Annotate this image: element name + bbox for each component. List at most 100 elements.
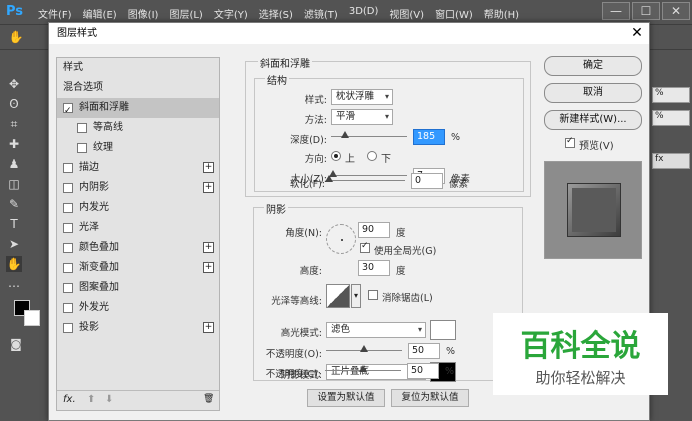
gloss-contour-picker[interactable] <box>326 284 350 308</box>
move-up-icon[interactable]: ⬆ <box>87 394 95 405</box>
move-tool-icon[interactable]: ✥ <box>6 76 22 92</box>
depth-input[interactable]: 185 <box>413 129 445 145</box>
minimize-icon[interactable]: — <box>602 2 630 20</box>
ok-button[interactable]: 确定 <box>544 56 642 76</box>
trash-icon[interactable]: 🗑 <box>203 394 214 404</box>
style-list-item[interactable]: 描边 + <box>57 158 219 178</box>
menu-item[interactable]: 窗口(W) <box>435 6 473 21</box>
style-checkbox[interactable] <box>63 163 73 173</box>
menu-item[interactable]: 文字(Y) <box>214 6 248 21</box>
direction-down-radio[interactable] <box>367 151 377 161</box>
menu-item[interactable]: 帮助(H) <box>484 6 519 21</box>
move-down-icon[interactable]: ⬇ <box>105 394 113 405</box>
add-effect-icon[interactable]: + <box>203 182 214 193</box>
soften-slider-thumb[interactable] <box>325 175 333 182</box>
checkmark-icon: ✓ <box>361 241 369 251</box>
style-checkbox[interactable] <box>63 323 73 333</box>
soften-unit: 像素 <box>449 179 469 190</box>
add-effect-icon[interactable]: + <box>203 322 214 333</box>
close-icon[interactable]: ✕ <box>662 2 690 20</box>
menu-item[interactable]: 图像(I) <box>128 6 159 21</box>
style-checkbox[interactable] <box>63 223 73 233</box>
styles-header[interactable]: 样式 <box>57 58 219 78</box>
make-default-button[interactable]: 设置为默认值 <box>307 389 385 407</box>
angle-dial[interactable] <box>326 224 356 254</box>
menu-item[interactable]: 视图(V) <box>389 6 424 21</box>
soften-input[interactable]: 0 <box>411 173 443 189</box>
preview-checkbox[interactable]: ✓ <box>565 136 575 148</box>
direction-up-radio[interactable] <box>331 151 341 161</box>
chevron-down-icon[interactable]: ▾ <box>351 284 361 308</box>
soften-slider-track[interactable] <box>329 180 405 181</box>
style-checkbox[interactable] <box>63 303 73 313</box>
style-select[interactable]: 枕状浮雕 ▾ <box>331 89 393 105</box>
style-checkbox[interactable] <box>63 203 73 213</box>
highlight-mode-select[interactable]: 滤色 ▾ <box>326 322 426 338</box>
type-tool-icon[interactable]: T <box>6 216 22 232</box>
style-checkbox[interactable] <box>63 263 73 273</box>
cancel-button[interactable]: 取消 <box>544 83 642 103</box>
maximize-icon[interactable]: ☐ <box>632 2 660 20</box>
technique-select[interactable]: 平滑 ▾ <box>331 109 393 125</box>
altitude-input[interactable]: 30 <box>358 260 390 276</box>
add-effect-icon[interactable]: + <box>203 242 214 253</box>
eraser-tool-icon[interactable]: ◫ <box>6 176 22 192</box>
style-list-item[interactable]: 等高线 <box>57 118 219 138</box>
highlight-opacity-thumb[interactable] <box>360 345 368 352</box>
heal-tool-icon[interactable]: ✚ <box>6 136 22 152</box>
style-list-item[interactable]: 纹理 <box>57 138 219 158</box>
style-list-item[interactable]: 颜色叠加 + <box>57 238 219 258</box>
style-checkbox[interactable] <box>63 183 73 193</box>
more-tools-icon[interactable]: ⋯ <box>6 278 22 294</box>
style-list-item[interactable]: 投影 + <box>57 318 219 338</box>
add-effect-icon[interactable]: + <box>203 262 214 273</box>
hand-tool-icon[interactable]: ✋ <box>8 29 24 45</box>
menu-item[interactable]: 编辑(E) <box>83 6 117 21</box>
menu-item[interactable]: 选择(S) <box>259 6 293 21</box>
style-checkbox[interactable] <box>77 123 87 133</box>
style-list-item[interactable]: 渐变叠加 + <box>57 258 219 278</box>
style-list-item[interactable]: 外发光 <box>57 298 219 318</box>
style-list-item[interactable]: 图案叠加 <box>57 278 219 298</box>
menu-item[interactable]: 滤镜(T) <box>304 6 338 21</box>
stamp-tool-icon[interactable]: ♟ <box>6 156 22 172</box>
fx-icon[interactable]: fx <box>652 153 690 169</box>
quick-mask-icon[interactable]: ◙ <box>8 336 24 352</box>
background-color-swatch[interactable] <box>24 310 40 326</box>
reset-default-button[interactable]: 复位为默认值 <box>391 389 469 407</box>
panel-field-1[interactable]: % <box>652 87 690 103</box>
style-checkbox[interactable] <box>63 101 73 121</box>
highlight-opacity-input[interactable]: 50 <box>408 343 440 359</box>
depth-slider-thumb[interactable] <box>340 131 349 138</box>
style-list-item[interactable]: 光泽 <box>57 218 219 238</box>
menu-item[interactable]: 文件(F) <box>38 6 72 21</box>
crop-tool-icon[interactable]: ⌗ <box>6 116 22 132</box>
panel-field-2[interactable]: % <box>652 110 690 126</box>
style-checkbox[interactable] <box>63 243 73 253</box>
angle-input[interactable]: 90 <box>358 222 390 238</box>
hand-tool-icon[interactable]: ✋ <box>6 256 22 272</box>
path-select-tool-icon[interactable]: ➤ <box>6 236 22 252</box>
shadow-opacity-thumb[interactable] <box>359 365 367 372</box>
close-icon[interactable]: ✕ <box>625 23 649 44</box>
lasso-tool-icon[interactable]: ʘ <box>6 96 22 112</box>
fx-menu-icon[interactable]: fx. <box>63 394 76 405</box>
size-slider-track[interactable] <box>331 175 407 176</box>
style-checkbox[interactable] <box>77 143 87 153</box>
shadow-opacity-input[interactable]: 50 <box>407 363 439 379</box>
pen-tool-icon[interactable]: ✎ <box>6 196 22 212</box>
highlight-color-swatch[interactable] <box>430 320 456 340</box>
antialias-checkbox[interactable] <box>368 290 378 300</box>
shadow-opacity-unit: % <box>445 366 455 377</box>
style-list-item[interactable]: 内发光 <box>57 198 219 218</box>
style-checkbox[interactable] <box>63 283 73 293</box>
style-list-item[interactable]: 斜面和浮雕 <box>57 98 219 121</box>
add-effect-icon[interactable]: + <box>203 162 214 173</box>
style-list-item[interactable]: 内阴影 + <box>57 178 219 198</box>
new-style-button[interactable]: 新建样式(W)... <box>544 110 642 130</box>
menu-item[interactable]: 3D(D) <box>349 6 379 21</box>
menu-item[interactable]: 图层(L) <box>169 6 202 21</box>
style-list-item[interactable]: 混合选项 <box>57 78 219 98</box>
global-light-checkbox[interactable]: ✓ <box>360 241 370 253</box>
direction-up-label: 上 <box>345 154 355 165</box>
